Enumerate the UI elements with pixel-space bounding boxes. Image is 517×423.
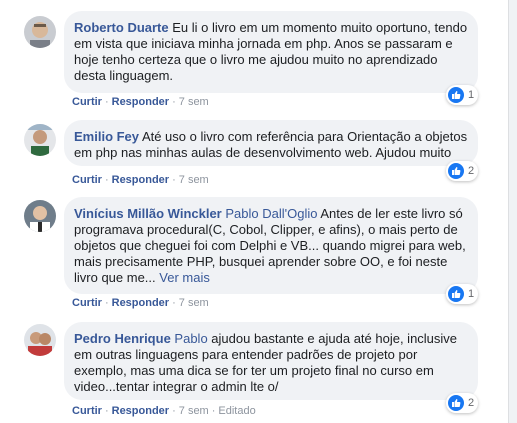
comment-time[interactable]: 7 sem: [179, 174, 209, 186]
comment-actions: Curtir · Responder · 7 sem: [72, 174, 209, 186]
comment-author[interactable]: Roberto Duarte: [74, 20, 169, 35]
comment-time[interactable]: 7 sem: [179, 96, 209, 108]
reaction-badge[interactable]: 1: [446, 284, 479, 304]
mentioned-user[interactable]: Pablo: [174, 331, 207, 346]
avatar[interactable]: [24, 124, 56, 156]
avatar[interactable]: [24, 16, 56, 48]
comment-bubble: Vinícius Millão Winckler Pablo Dall'Ogli…: [64, 197, 478, 294]
comment-author[interactable]: Vinícius Millão Winckler: [74, 206, 222, 221]
comment-bubble: Pedro Henrique Pablo ajudou bastante e a…: [64, 322, 478, 400]
avatar[interactable]: [24, 324, 56, 356]
comment-author[interactable]: Pedro Henrique: [74, 331, 171, 346]
like-button[interactable]: Curtir: [72, 297, 102, 309]
thumbs-up-icon: [448, 395, 464, 411]
like-button[interactable]: Curtir: [72, 405, 102, 417]
edited-label: Editado: [218, 405, 256, 417]
reply-button[interactable]: Responder: [112, 405, 169, 417]
reaction-badge[interactable]: 2: [446, 161, 479, 181]
thumbs-up-icon: [448, 163, 464, 179]
like-button[interactable]: Curtir: [72, 174, 102, 186]
see-more-link[interactable]: Ver mais: [159, 270, 210, 285]
like-button[interactable]: Curtir: [72, 96, 102, 108]
reply-button[interactable]: Responder: [112, 174, 169, 186]
thumbs-up-icon: [448, 87, 464, 103]
comment-actions: Curtir · Responder · 7 sem: [72, 297, 209, 309]
comment-bubble: Emilio Fey Até uso o livro com referênci…: [64, 120, 478, 166]
reaction-badge[interactable]: 2: [446, 393, 479, 413]
comment-time[interactable]: 7 sem: [179, 405, 209, 417]
mentioned-user[interactable]: Pablo Dall'Oglio: [225, 206, 317, 221]
comment-time[interactable]: 7 sem: [179, 297, 209, 309]
comment-author[interactable]: Emilio Fey: [74, 129, 139, 144]
thumbs-up-icon: [448, 286, 464, 302]
reaction-count: 1: [468, 89, 475, 101]
comment-bubble: Roberto Duarte Eu li o livro em um momen…: [64, 11, 478, 93]
reply-button[interactable]: Responder: [112, 297, 169, 309]
reaction-badge[interactable]: 1: [446, 85, 479, 105]
reaction-count: 2: [468, 165, 475, 177]
reaction-count: 1: [468, 288, 475, 300]
reply-button[interactable]: Responder: [112, 96, 169, 108]
reaction-count: 2: [468, 397, 475, 409]
comment-actions: Curtir · Responder · 7 sem · Editado: [72, 405, 256, 417]
avatar[interactable]: [24, 200, 56, 232]
comment-actions: Curtir · Responder · 7 sem: [72, 96, 209, 108]
scrollbar-track[interactable]: [508, 0, 517, 423]
